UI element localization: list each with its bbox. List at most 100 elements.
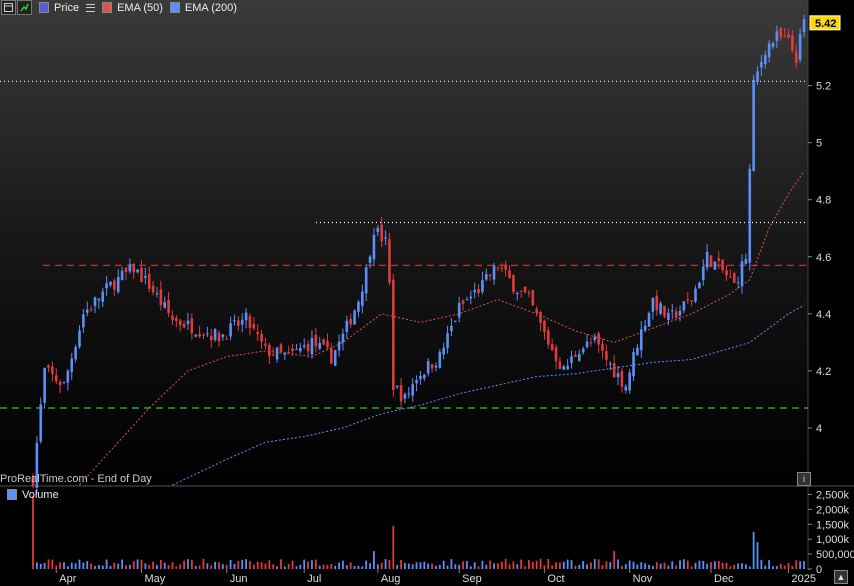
candle-body (450, 325, 453, 332)
candle-body (442, 347, 445, 355)
candle-body (535, 308, 538, 314)
volume-bar (225, 564, 228, 569)
volume-bar (318, 565, 321, 569)
candle-body (105, 283, 108, 289)
trend-up-icon[interactable] (17, 0, 32, 15)
price-tick-label: 4.2 (816, 366, 831, 378)
candle-body (663, 305, 666, 318)
scroll-up-icon[interactable]: ▲ (834, 570, 848, 584)
candle-body (523, 286, 527, 293)
candle-body (376, 227, 380, 233)
volume-bar (578, 564, 581, 569)
volume-bar (353, 566, 356, 569)
candle-body (233, 320, 236, 322)
candle-body (639, 329, 643, 351)
window-icon[interactable] (1, 0, 16, 15)
candle-body (178, 320, 182, 326)
volume-bar (721, 562, 724, 569)
candle-body (74, 347, 77, 360)
candle-body (337, 341, 341, 351)
candle-body (85, 309, 89, 313)
volume-bar (628, 560, 631, 569)
volume-bar (419, 562, 422, 569)
info-icon[interactable]: i (797, 472, 811, 486)
volume-bar (609, 562, 612, 569)
candle-body (667, 312, 670, 320)
candle-body (194, 334, 198, 337)
candle-body (136, 269, 139, 273)
candle-body (70, 358, 74, 373)
candle-body (252, 323, 256, 329)
volume-legend[interactable]: Volume (22, 489, 59, 501)
candle-body (206, 333, 209, 335)
price-legend[interactable]: Price (54, 2, 79, 14)
candle-body (132, 263, 136, 273)
candle-body (752, 79, 755, 172)
candle-body (531, 290, 535, 306)
candle-body (794, 51, 798, 63)
volume-bar (485, 564, 488, 569)
candle-body (299, 347, 302, 352)
volume-bar (373, 551, 375, 569)
candle-body (140, 267, 143, 283)
candle-body (713, 261, 717, 270)
volume-bar (252, 564, 255, 569)
price-tick-label: 4.8 (816, 195, 831, 207)
volume-bar (663, 562, 666, 569)
candle-body (585, 341, 589, 348)
volume-bar (311, 560, 313, 569)
volume-bar (748, 566, 751, 569)
volume-bar (179, 564, 182, 569)
volume-bar (582, 561, 585, 569)
time-tick-label: May (144, 573, 165, 585)
candle-body (481, 280, 484, 292)
ema50-legend[interactable]: EMA (50) (117, 2, 163, 14)
volume-bar (51, 559, 54, 569)
candle-body (539, 311, 542, 323)
candle-body (423, 374, 426, 379)
volume-bar (94, 566, 96, 569)
candle-body (791, 35, 794, 51)
ema200-legend[interactable]: EMA (200) (185, 2, 237, 14)
time-axis: Apr May Jun Jul Aug Sep Oct Nov Dec 2025 (55, 569, 816, 585)
volume-bar (435, 565, 437, 569)
candle-body (570, 356, 573, 363)
candle-body (457, 303, 461, 318)
candle-body (771, 42, 775, 47)
volume-bar (287, 564, 290, 569)
volume-bar (570, 560, 573, 569)
volume-bar (562, 561, 565, 569)
volume-bar (590, 562, 592, 569)
candle-body (333, 350, 337, 366)
candle-body (151, 285, 155, 293)
volume-bar (713, 561, 716, 569)
menu-icon[interactable] (86, 3, 96, 12)
candle-body (147, 273, 151, 289)
volume-bar (764, 565, 767, 569)
candle-body (740, 261, 744, 287)
candle-body (748, 168, 752, 263)
candle-body (721, 259, 724, 271)
candle-body (357, 301, 360, 312)
candle-body (744, 259, 748, 264)
candle-body (47, 365, 50, 368)
candle-body (798, 34, 802, 60)
candle-body (128, 264, 132, 272)
volume-bar (361, 566, 364, 569)
volume-bar (214, 561, 216, 569)
volume-bar (303, 559, 306, 569)
volume-bar (121, 559, 124, 569)
volume-bar (500, 561, 503, 569)
volume-bar (396, 565, 399, 569)
data-source-note: ProRealTime.com - End of Day (0, 473, 152, 485)
candle-body (240, 319, 244, 325)
time-tick-label: Nov (633, 573, 653, 585)
candle-body (89, 308, 93, 310)
volume-bar (202, 558, 205, 569)
volume-tick-label: 500,000 (816, 549, 854, 561)
candle-body (295, 348, 298, 350)
volume-bar (655, 562, 658, 569)
volume-bar (260, 562, 263, 569)
candle-body (310, 338, 314, 355)
volume-bar (47, 559, 50, 569)
